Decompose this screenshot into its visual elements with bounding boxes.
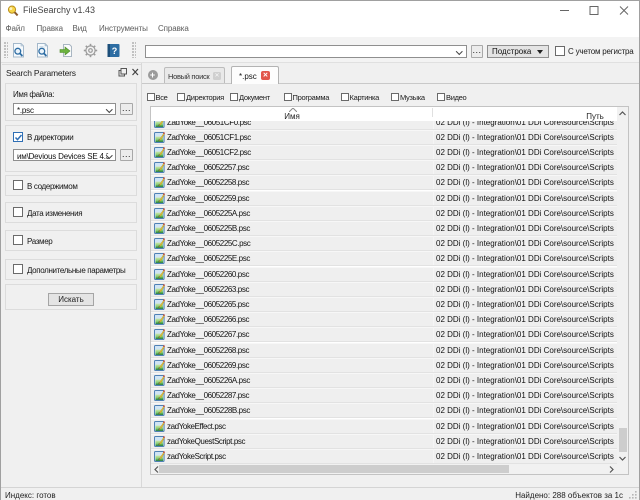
svg-text:?: ? — [112, 46, 118, 56]
